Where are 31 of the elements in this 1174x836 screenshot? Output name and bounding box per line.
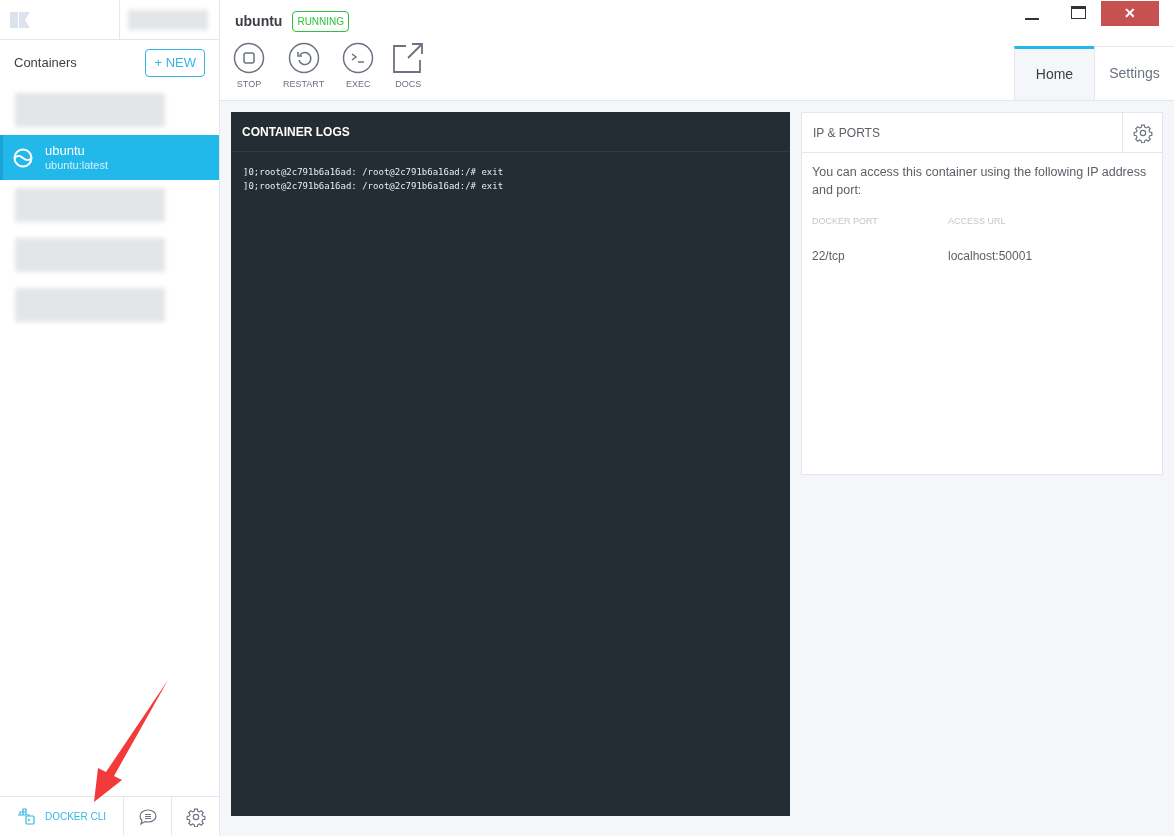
column-header: DOCKER PORT (812, 215, 879, 228)
stop-icon (233, 42, 265, 74)
status-badge: RUNNING (292, 10, 350, 32)
section-heading: Containers (14, 54, 77, 73)
container-image: ubuntu:latest (45, 158, 108, 173)
logo-icon (10, 11, 30, 28)
restart-icon (287, 42, 320, 74)
table-cell-text: localhost:50001 (948, 247, 1034, 265)
tab[interactable]: Settings (1094, 46, 1174, 100)
description: You can access this container using the following IP address and port: (811, 164, 1148, 199)
container-title: ubuntu (235, 11, 283, 31)
toolbar-button[interactable]: RESTART (281, 42, 327, 90)
settings-icon[interactable] (1132, 122, 1153, 143)
tab[interactable]: Home (1014, 46, 1094, 100)
ubuntu-icon (13, 147, 33, 168)
container-name: ubuntu (45, 142, 86, 159)
chat-icon[interactable] (137, 806, 158, 827)
whale-terminal-icon (16, 806, 37, 827)
table-cell-text: 22/tcp (812, 247, 846, 265)
log-line: ]0;root@2c791b6a16ad: /root@2c791b6a16ad:/# exit (243, 166, 505, 179)
close-button[interactable]: ✕ (1101, 0, 1159, 26)
log-line: ]0;root@2c791b6a16ad: /root@2c791b6a16ad:/# exit (243, 180, 505, 193)
toolbar-button[interactable]: DOCS (390, 42, 427, 90)
external-link-icon (392, 42, 425, 74)
settings-icon[interactable] (185, 806, 206, 827)
toolbar-button[interactable]: STOP (231, 42, 267, 90)
toolbar-button[interactable]: EXEC (340, 42, 377, 90)
terminal-icon (342, 42, 375, 74)
column-header: ACCESS URL (948, 215, 1007, 228)
card-title: IP & PORTS (812, 124, 881, 142)
panel-title: CONTAINER LOGS (242, 123, 350, 141)
